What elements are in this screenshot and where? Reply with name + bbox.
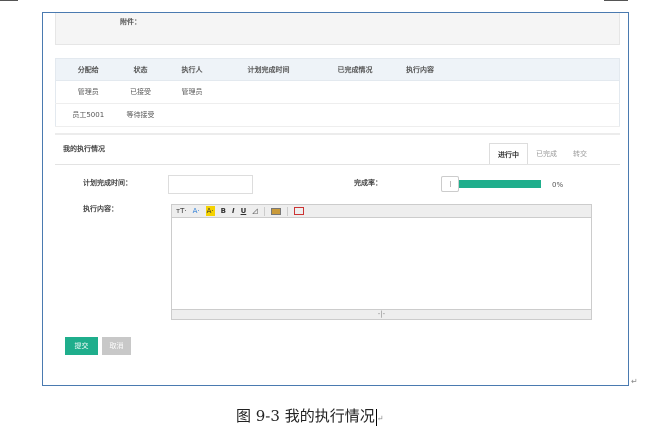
screenshot-frame: 附件： 分配给 状态 执行人 计划完成时间 已完成情况 执行内容 管理员 已接受…	[42, 12, 629, 386]
cell-content	[396, 80, 444, 104]
completion-slider-fill	[457, 180, 541, 188]
column-header-assignee: 分配给	[55, 58, 121, 81]
section-divider	[55, 133, 620, 135]
cell-planned-time	[223, 103, 314, 127]
table-row: 管理员 已接受 管理员	[55, 80, 620, 104]
column-header-executor: 执行人	[160, 58, 224, 81]
figure-caption: 图 9-3 我的执行情况 ↵	[236, 405, 383, 426]
caption-paragraph-mark: ↵	[376, 414, 384, 423]
cell-executor: 管理员	[160, 80, 224, 104]
cell-content	[396, 103, 444, 127]
editor-content-area[interactable]	[172, 218, 591, 309]
attachment-label: 附件：	[120, 18, 141, 26]
cell-executor	[160, 103, 224, 127]
page-edge-mark-left	[0, 0, 18, 1]
cell-extra	[443, 103, 620, 127]
section-title: 我的执行情况	[63, 145, 105, 153]
editor-resize-handle[interactable]: -|-	[172, 309, 591, 319]
plan-time-input[interactable]	[168, 175, 253, 194]
cell-extra	[443, 80, 620, 104]
tab-completed[interactable]: 已完成	[528, 143, 565, 165]
cell-completion	[313, 103, 397, 127]
cell-status: 已接受	[120, 80, 161, 104]
eraser-icon[interactable]: ◿	[252, 206, 257, 216]
page-edge-mark-right	[604, 0, 628, 1]
highlight-color-icon[interactable]: A·	[205, 206, 215, 216]
cell-status: 等待接受	[120, 103, 161, 127]
paragraph-mark: ↵	[631, 377, 638, 386]
submit-button[interactable]: 提交	[65, 337, 98, 355]
font-size-icon[interactable]: тT·	[176, 206, 187, 216]
caption-text: 图 9-3 我的执行情况	[236, 407, 375, 425]
tab-in-progress[interactable]: 进行中	[489, 143, 528, 165]
completion-rate-value: 0%	[552, 181, 564, 189]
rich-text-editor: тT· A· A· B I U ◿ -|-	[171, 204, 592, 320]
bold-icon[interactable]: B	[221, 206, 226, 216]
toolbar-separator	[263, 206, 265, 216]
toolbar-separator	[286, 206, 288, 216]
status-tabs: 进行中 已完成 转交	[489, 143, 595, 165]
column-header-content: 执行内容	[396, 58, 444, 81]
assignment-table: 分配给 状态 执行人 计划完成时间 已完成情况 执行内容 管理员 已接受 管理员…	[55, 58, 620, 127]
plan-time-label: 计划完成时间：	[83, 179, 132, 187]
column-header-status: 状态	[120, 58, 161, 81]
cell-assignee: 员工5001	[55, 103, 121, 127]
completion-slider-handle[interactable]	[441, 176, 459, 192]
attachment-section: 附件：	[55, 13, 620, 45]
table-icon[interactable]	[293, 207, 304, 215]
column-header-planned-time: 计划完成时间	[223, 58, 314, 81]
column-header-completion: 已完成情况	[313, 58, 397, 81]
cancel-button[interactable]: 取消	[102, 337, 131, 355]
tab-transfer[interactable]: 转交	[565, 143, 595, 165]
font-color-icon[interactable]: A·	[193, 206, 200, 216]
cell-assignee: 管理员	[55, 80, 121, 104]
column-header-extra	[443, 58, 620, 81]
tab-underline	[55, 164, 620, 165]
cell-planned-time	[223, 80, 314, 104]
cell-completion	[313, 80, 397, 104]
completion-rate-label: 完成率：	[354, 179, 382, 187]
table-row: 员工5001 等待接受	[55, 103, 620, 127]
content-label: 执行内容：	[83, 205, 118, 213]
italic-icon[interactable]: I	[232, 206, 235, 216]
image-icon[interactable]	[270, 207, 281, 215]
table-header-row: 分配给 状态 执行人 计划完成时间 已完成情况 执行内容	[55, 58, 620, 81]
underline-icon[interactable]: U	[241, 206, 247, 216]
editor-toolbar: тT· A· A· B I U ◿	[172, 205, 591, 218]
